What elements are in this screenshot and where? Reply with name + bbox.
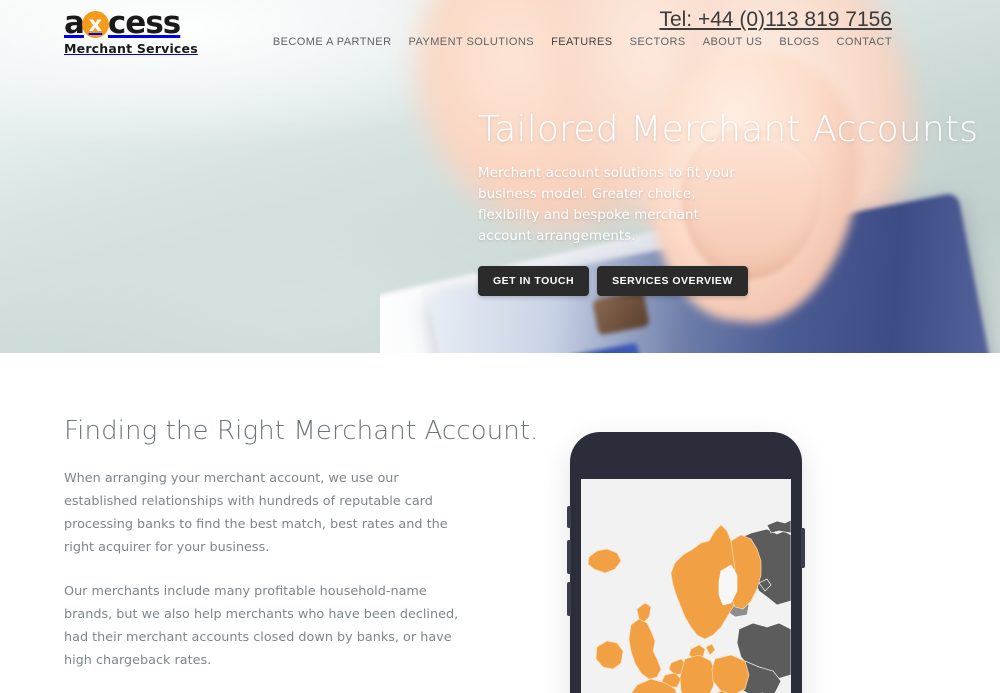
logo-text-cess: cess (107, 5, 181, 41)
hero-subtitle: Merchant account solutions to fit your b… (478, 165, 735, 244)
main-navigation: BECOME A PARTNER PAYMENT SOLUTIONS FEATU… (273, 36, 892, 48)
logo-wordmark: a x cess (64, 6, 264, 40)
phone-volume-up-icon (567, 540, 571, 574)
telephone-link[interactable]: Tel: +44 (0)113 819 7156 (659, 8, 892, 32)
phone-power-button-icon (801, 528, 805, 568)
nav-item-features[interactable]: FEATURES (551, 36, 612, 48)
phone-mute-switch-icon (567, 506, 571, 528)
nav-item-about-us[interactable]: ABOUT US (703, 36, 763, 48)
body-paragraph-2: Our merchants include many profitable ho… (64, 584, 459, 668)
logo-subtitle: Merchant Services (64, 41, 198, 56)
europe-coverage-map (581, 479, 791, 693)
site-logo[interactable]: a x cess Merchant Services (64, 6, 264, 58)
hero-content: Tailored Merchant Accounts Merchant acco… (478, 108, 979, 296)
hero-button-group: GET IN TOUCH SERVICES OVERVIEW (478, 266, 908, 296)
phone-volume-down-icon (567, 582, 571, 616)
main-section: Finding the Right Merchant Account. When… (0, 353, 1000, 693)
nav-item-contact[interactable]: CONTACT (837, 36, 893, 48)
nav-item-payment-solutions[interactable]: PAYMENT SOLUTIONS (408, 36, 534, 48)
services-overview-button[interactable]: SERVICES OVERVIEW (597, 266, 748, 296)
site-header: a x cess Merchant Services Tel: +44 (0)113… (0, 0, 1000, 60)
hero-title: Tailored Merchant Accounts (478, 109, 979, 150)
main-text-column: Finding the Right Merchant Account. When… (64, 415, 539, 672)
nav-item-sectors[interactable]: SECTORS (630, 36, 686, 48)
get-in-touch-button[interactable]: GET IN TOUCH (478, 266, 590, 296)
nav-item-blogs[interactable]: BLOGS (779, 36, 819, 48)
section-heading: Finding the Right Merchant Account. (64, 416, 539, 446)
page-root: a x cess Merchant Services Tel: +44 (0)113… (0, 0, 1000, 693)
phone-mockup (567, 432, 805, 693)
nav-item-become-a-partner[interactable]: BECOME A PARTNER (273, 36, 392, 48)
logo-text-a: a (64, 5, 85, 41)
phone-screen (581, 479, 791, 693)
logo-x-badge-icon: x (81, 10, 109, 38)
body-paragraph-1: When arranging your merchant account, we… (64, 471, 448, 555)
